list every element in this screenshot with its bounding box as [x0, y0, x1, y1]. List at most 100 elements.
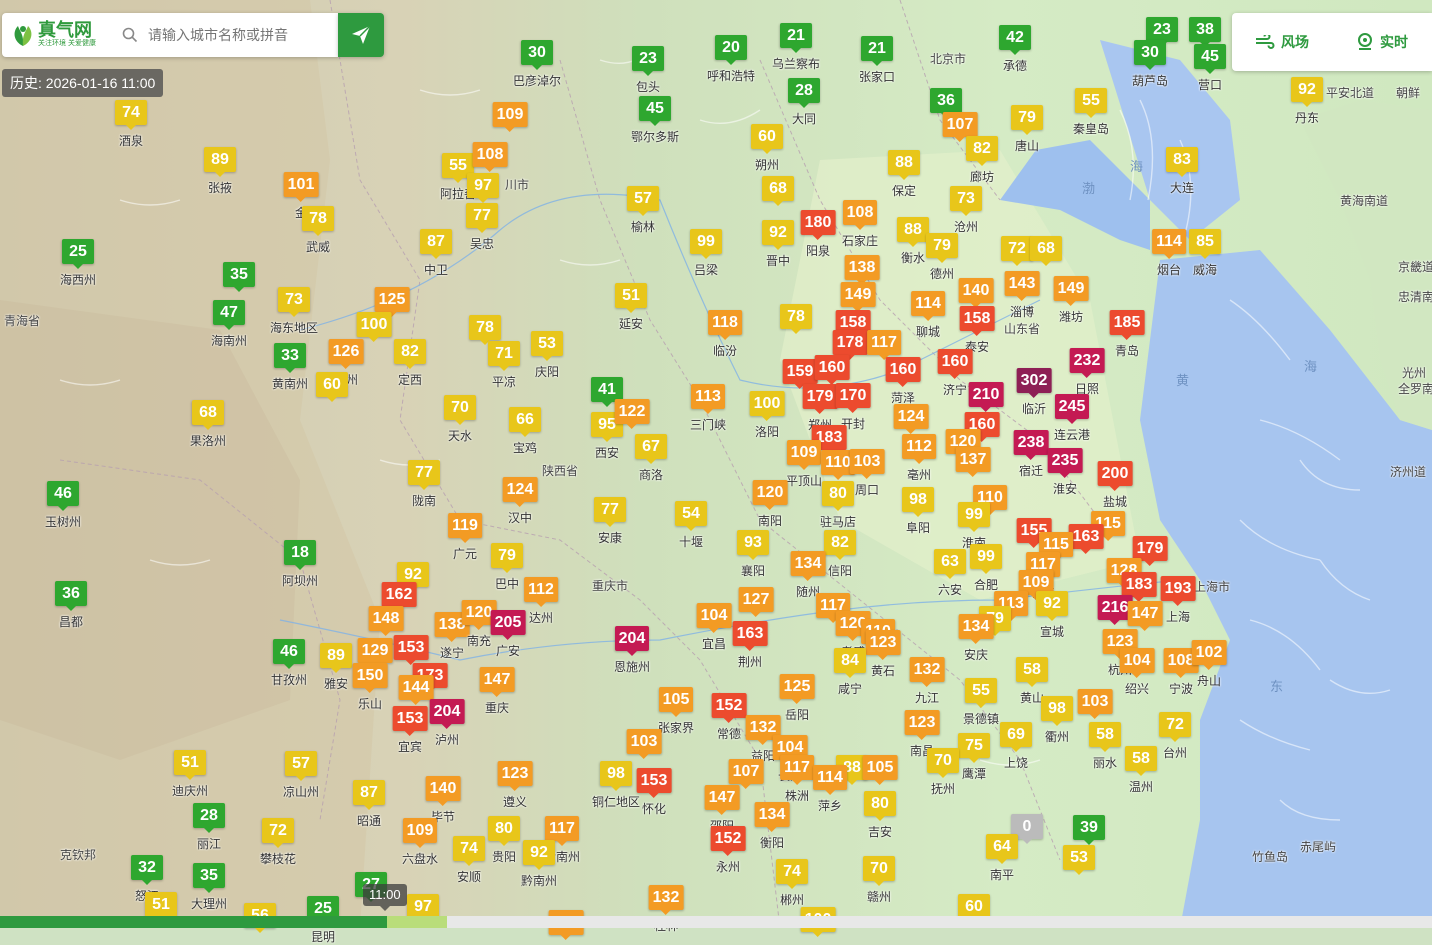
aqi-station-marker[interactable]: 119 广元	[448, 513, 482, 562]
aqi-station-marker[interactable]: 68	[1030, 236, 1062, 266]
wind-toggle-button[interactable]: 风场	[1232, 32, 1332, 52]
aqi-station-marker[interactable]: 78	[469, 315, 501, 345]
aqi-station-marker[interactable]: 88 衡水	[897, 217, 929, 266]
aqi-station-marker[interactable]: 160 菏泽	[885, 357, 921, 406]
aqi-station-marker[interactable]: 83 大连	[1166, 147, 1198, 196]
aqi-station-marker[interactable]: 104 宜昌	[696, 603, 732, 652]
aqi-station-marker[interactable]: 74 酒泉	[115, 100, 147, 149]
aqi-station-marker[interactable]: 82 信阳	[824, 530, 856, 579]
aqi-station-marker[interactable]: 107	[942, 112, 978, 142]
aqi-station-marker[interactable]: 163	[1068, 524, 1104, 554]
aqi-station-marker[interactable]: 125	[374, 287, 410, 317]
aqi-station-marker[interactable]: 30 葫芦岛	[1132, 40, 1168, 89]
aqi-station-marker[interactable]: 162	[381, 582, 417, 612]
aqi-station-marker[interactable]: 99 吕梁	[690, 229, 722, 278]
aqi-station-marker[interactable]: 114 烟台	[1152, 229, 1186, 278]
aqi-station-marker[interactable]: 112 亳州	[902, 434, 936, 483]
aqi-station-marker[interactable]: 82 定西	[394, 339, 426, 388]
aqi-station-marker[interactable]: 28 大同	[788, 78, 820, 127]
aqi-station-marker[interactable]: 30 巴彦淖尔	[513, 40, 561, 89]
aqi-station-marker[interactable]: 109 六盘水	[402, 818, 438, 867]
aqi-station-marker[interactable]: 72 台州	[1159, 712, 1191, 761]
aqi-station-marker[interactable]: 45 鄂尔多斯	[631, 96, 679, 145]
aqi-station-marker[interactable]: 98 铜仁地区	[592, 761, 640, 810]
aqi-station-marker[interactable]: 117 株洲	[780, 755, 814, 804]
aqi-station-marker[interactable]: 147 重庆	[479, 667, 515, 716]
aqi-station-marker[interactable]: 245 连云港	[1054, 394, 1090, 443]
aqi-station-marker[interactable]: 108	[472, 142, 508, 172]
aqi-station-marker[interactable]: 57 凉山州	[283, 751, 319, 800]
aqi-station-marker[interactable]: 70 抚州	[927, 748, 959, 797]
aqi-station-marker[interactable]: 60 朔州	[751, 124, 783, 173]
aqi-station-marker[interactable]: 89 张掖	[204, 147, 236, 196]
aqi-station-marker[interactable]: 159	[782, 359, 818, 389]
aqi-station-marker[interactable]: 68 果洛州	[190, 400, 226, 449]
aqi-station-marker[interactable]: 143 淄博	[1004, 271, 1040, 320]
aqi-station-marker[interactable]: 148	[368, 606, 404, 636]
aqi-station-marker[interactable]: 47 海南州	[211, 300, 247, 349]
aqi-station-marker[interactable]: 163 荆州	[732, 621, 768, 670]
aqi-station-marker[interactable]: 205 广安	[490, 610, 526, 659]
aqi-station-marker[interactable]: 46 甘孜州	[271, 639, 307, 688]
aqi-station-marker[interactable]: 134 安庆	[958, 614, 994, 663]
aqi-station-marker[interactable]: 69 上饶	[1000, 722, 1032, 771]
aqi-station-marker[interactable]: 123 黄石	[865, 630, 901, 679]
aqi-station-marker[interactable]: 36	[930, 88, 962, 118]
search-input[interactable]	[146, 26, 330, 44]
aqi-station-marker[interactable]: 125 岳阳	[779, 674, 815, 723]
aqi-station-marker[interactable]: 100 洛阳	[749, 391, 785, 440]
aqi-station-marker[interactable]: 105 张家界	[658, 687, 694, 736]
aqi-station-marker[interactable]: 80 贵阳	[488, 816, 520, 865]
aqi-station-marker[interactable]: 77 安康	[594, 497, 626, 546]
aqi-station-marker[interactable]: 77 陇南	[408, 460, 440, 509]
aqi-station-marker[interactable]: 64 南平	[986, 834, 1018, 883]
aqi-station-marker[interactable]: 150 乐山	[352, 663, 388, 712]
aqi-station-marker[interactable]: 107	[728, 759, 764, 789]
aqi-station-marker[interactable]: 149	[840, 282, 876, 312]
aqi-station-marker[interactable]: 120 南阳	[752, 480, 788, 529]
aqi-station-marker[interactable]: 84 咸宁	[834, 648, 866, 697]
aqi-station-marker[interactable]: 104 绍兴	[1119, 648, 1155, 697]
aqi-station-marker[interactable]: 45 营口	[1194, 44, 1226, 93]
aqi-station-marker[interactable]: 58 丽水	[1089, 722, 1121, 771]
aqi-station-marker[interactable]: 58 温州	[1125, 746, 1157, 795]
aqi-station-marker[interactable]: 54 十堰	[675, 501, 707, 550]
aqi-station-marker[interactable]: 78 武威	[302, 206, 334, 255]
aqi-station-marker[interactable]: 33 黄南州	[272, 343, 308, 392]
aqi-station-marker[interactable]: 138	[844, 255, 880, 285]
aqi-station-marker[interactable]: 73 海东地区	[270, 287, 318, 336]
aqi-station-marker[interactable]: 79 德州	[926, 233, 958, 282]
aqi-station-marker[interactable]: 149 潍坊	[1053, 276, 1089, 325]
aqi-station-marker[interactable]: 204 泸州	[429, 699, 465, 748]
aqi-station-marker[interactable]: 129	[357, 638, 393, 668]
aqi-station-marker[interactable]: 134 衡阳	[754, 802, 790, 851]
aqi-station-marker[interactable]: 74 安顺	[453, 836, 485, 885]
aqi-station-marker[interactable]: 51 延安	[615, 283, 647, 332]
aqi-station-marker[interactable]: 74 郴州	[776, 859, 808, 908]
aqi-station-marker[interactable]: 67 商洛	[635, 434, 667, 483]
aqi-station-marker[interactable]: 193 上海	[1160, 576, 1196, 625]
aqi-station-marker[interactable]: 160 济宁	[937, 349, 973, 398]
aqi-station-marker[interactable]: 55 秦皇岛	[1073, 88, 1109, 137]
aqi-station-marker[interactable]: 152 常德	[711, 693, 747, 742]
aqi-station-marker[interactable]: 122	[614, 399, 650, 429]
aqi-station-marker[interactable]: 53	[1063, 845, 1095, 875]
aqi-station-marker[interactable]: 103	[1077, 689, 1113, 719]
aqi-station-marker[interactable]: 92 晋中	[762, 220, 794, 269]
aqi-station-marker[interactable]: 39	[1073, 815, 1105, 845]
aqi-station-marker[interactable]: 144	[398, 675, 434, 705]
aqi-station-marker[interactable]: 92 黔南州	[521, 840, 557, 889]
aqi-station-marker[interactable]: 87 中卫	[420, 229, 452, 278]
aqi-station-marker[interactable]: 99 合肥	[970, 544, 1002, 593]
aqi-station-marker[interactable]: 112 达州	[524, 577, 558, 626]
aqi-station-marker[interactable]: 80 吉安	[864, 791, 896, 840]
aqi-station-marker[interactable]: 21 张家口	[859, 36, 895, 85]
aqi-station-marker[interactable]: 105	[862, 755, 898, 785]
aqi-station-marker[interactable]: 204 恩施州	[614, 626, 650, 675]
aqi-station-marker[interactable]: 98 阜阳	[902, 487, 934, 536]
aqi-station-marker[interactable]: 68	[762, 176, 794, 206]
aqi-station-marker[interactable]: 73 沧州	[950, 186, 982, 235]
aqi-station-marker[interactable]: 60	[316, 372, 348, 402]
aqi-station-marker[interactable]: 98 衢州	[1041, 696, 1073, 745]
aqi-station-marker[interactable]: 185 青岛	[1109, 310, 1145, 359]
